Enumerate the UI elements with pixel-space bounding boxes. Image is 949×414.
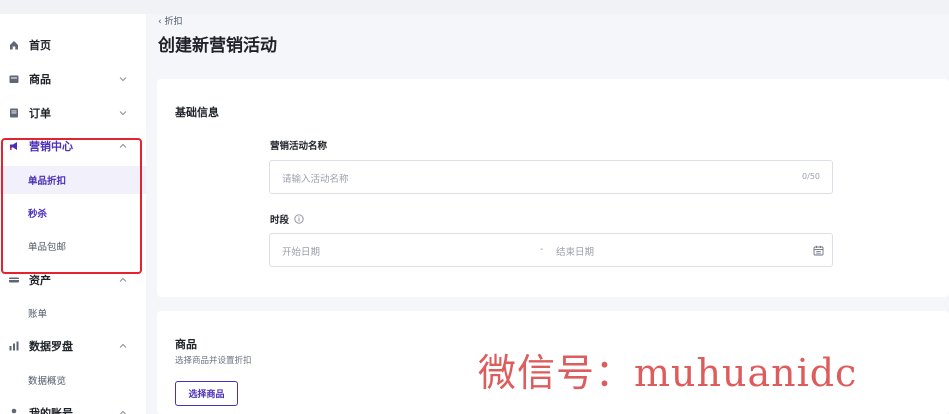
- chevron-down-icon: [118, 108, 128, 118]
- sidebar-subitem-bills[interactable]: 账单: [0, 299, 146, 327]
- sidebar-subitem-data-overview[interactable]: 数据概览: [0, 366, 146, 394]
- card-icon: [9, 275, 19, 285]
- sidebar-subitem-label: 秒杀: [28, 209, 48, 220]
- sidebar-subitem-label: 数据概览: [28, 376, 67, 387]
- section-title-products: 商品: [175, 338, 197, 351]
- calendar-icon[interactable]: [813, 245, 824, 256]
- page-title: 创建新营销活动: [158, 36, 277, 56]
- select-products-button[interactable]: 选择商品: [175, 381, 238, 406]
- sidebar-subitem-label: 账单: [28, 309, 48, 320]
- campaign-name-input[interactable]: 请输入活动名称 0/50: [269, 160, 833, 194]
- date-range-picker[interactable]: 开始日期 - 结束日期: [269, 233, 833, 267]
- sidebar-item-label: 商品: [29, 73, 51, 86]
- sidebar-subitem-label: 单品折扣: [28, 176, 67, 187]
- chevron-up-icon: [118, 408, 128, 414]
- sidebar-item-orders[interactable]: 订单: [0, 99, 146, 127]
- chevron-up-icon: [118, 275, 128, 285]
- sidebar-subitem-free-shipping[interactable]: 单品包邮: [0, 232, 146, 260]
- sidebar-item-label: 首页: [29, 39, 51, 52]
- date-range-separator: -: [540, 244, 544, 255]
- breadcrumb-back-link[interactable]: ‹ 折扣: [158, 14, 182, 27]
- megaphone-icon: [9, 141, 19, 151]
- section-title-basic-info: 基础信息: [175, 106, 219, 119]
- watermark-text: 微信号：muhuanidc: [478, 351, 858, 395]
- sidebar-item-label: 订单: [29, 107, 51, 120]
- sidebar-subitem-flash-sale[interactable]: 秒杀: [0, 199, 146, 227]
- info-icon[interactable]: [294, 214, 304, 224]
- sidebar-item-data-compass[interactable]: 数据罗盘: [0, 332, 146, 360]
- bar-chart-icon: [9, 341, 19, 351]
- campaign-name-label: 营销活动名称: [270, 141, 328, 152]
- char-counter: 0/50: [802, 172, 820, 181]
- sidebar-item-my-account[interactable]: 我的账号: [0, 399, 146, 414]
- period-label-row: 时段: [270, 212, 304, 226]
- sidebar-item-label: 我的账号: [29, 407, 73, 414]
- chevron-up-icon: [118, 341, 128, 351]
- sidebar-item-home[interactable]: 首页: [0, 31, 146, 59]
- start-date-input[interactable]: 开始日期: [282, 244, 320, 258]
- sidebar-item-label: 资产: [29, 274, 51, 287]
- sidebar-subitem-single-discount[interactable]: 单品折扣: [0, 166, 146, 194]
- period-label: 时段: [270, 215, 290, 226]
- user-icon: [9, 408, 19, 414]
- basic-info-card: 基础信息 营销活动名称 请输入活动名称 0/50 时段 开始日期 - 结束日期: [157, 79, 949, 297]
- chevron-down-icon: [118, 74, 128, 84]
- sidebar-item-label: 营销中心: [29, 140, 73, 153]
- sidebar-item-assets[interactable]: 资产: [0, 266, 146, 294]
- chevron-up-icon: [118, 141, 128, 151]
- campaign-name-placeholder: 请输入活动名称: [282, 174, 349, 185]
- order-icon: [9, 108, 19, 118]
- sidebar-item-marketing[interactable]: 营销中心: [0, 132, 146, 160]
- product-icon: [9, 74, 19, 84]
- sidebar: 首页 商品 订单 营销中心 单品折扣 秒杀 单品包邮 资产 账单 数据罗盘 数据…: [0, 14, 146, 414]
- sidebar-item-products[interactable]: 商品: [0, 65, 146, 93]
- products-description: 选择商品并设置折扣: [175, 356, 252, 366]
- top-strip: [0, 0, 949, 14]
- sidebar-subitem-label: 单品包邮: [28, 242, 67, 253]
- end-date-input[interactable]: 结束日期: [556, 244, 594, 258]
- sidebar-item-label: 数据罗盘: [29, 340, 73, 353]
- home-icon: [9, 40, 19, 50]
